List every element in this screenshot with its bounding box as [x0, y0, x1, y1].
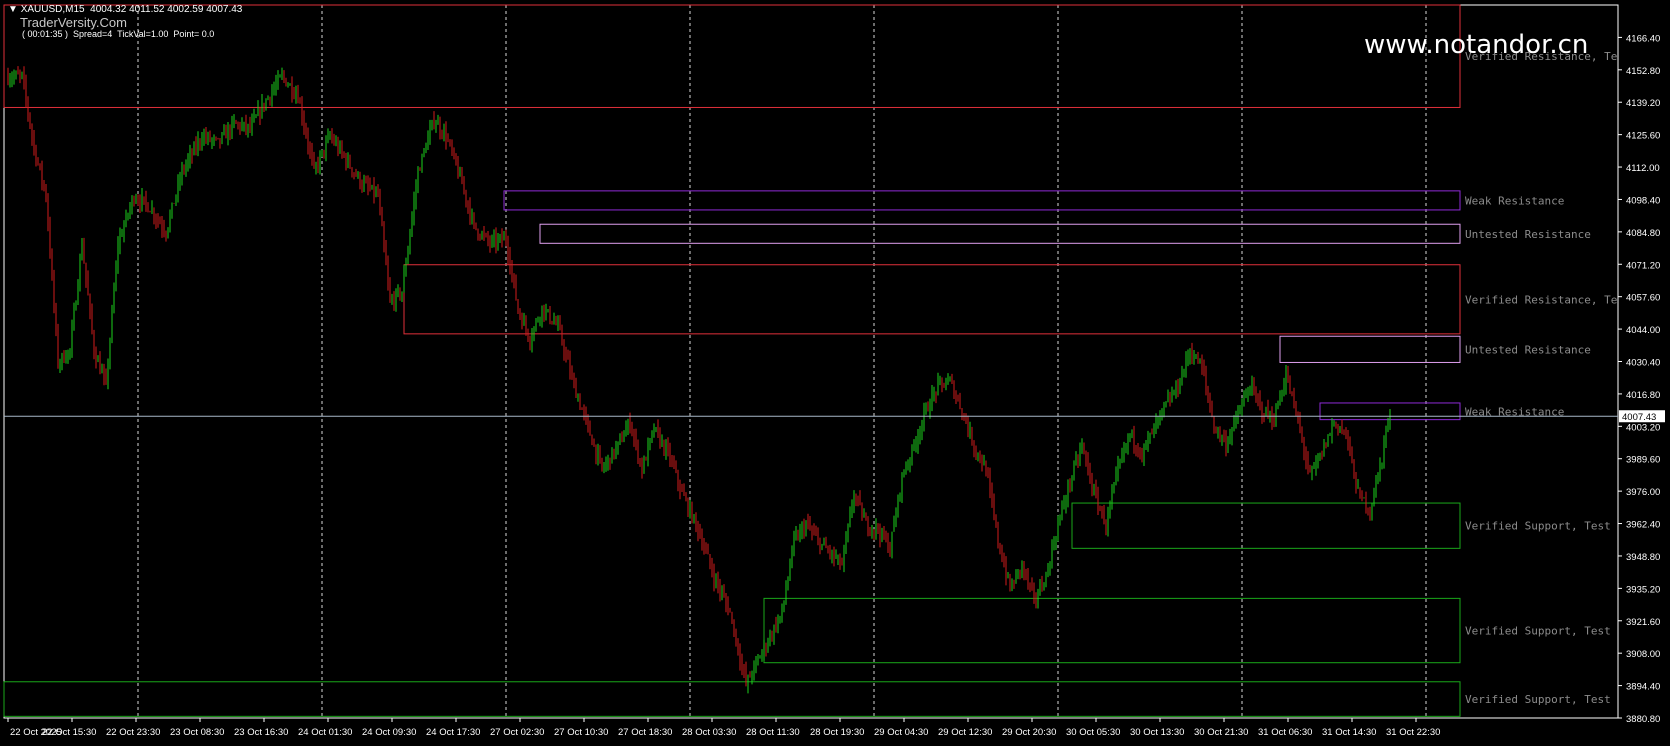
y-tick-label: 4071.20	[1626, 260, 1660, 271]
zone-label: Verified Support, Test	[1465, 625, 1611, 638]
y-tick-label: 3908.00	[1626, 649, 1660, 660]
x-tick-label: 23 Oct 08:30	[170, 727, 224, 738]
x-tick-label: 22 Oct 23:30	[106, 727, 160, 738]
x-tick-label: 31 Oct 06:30	[1258, 727, 1312, 738]
y-tick-label: 3948.80	[1626, 552, 1660, 563]
ohlc-label: 4004.32 4011.52 4002.59 4007.43	[90, 4, 243, 15]
y-tick-label: 4112.00	[1626, 163, 1660, 174]
y-tick-label: 3921.60	[1626, 617, 1660, 628]
y-tick-label: 4139.20	[1626, 98, 1660, 109]
symbol-label: XAUUSD,M15	[20, 4, 85, 15]
x-tick-label: 30 Oct 21:30	[1194, 727, 1248, 738]
y-tick-label: 4003.20	[1626, 422, 1660, 433]
y-tick-label: 4098.40	[1626, 195, 1660, 206]
y-tick-label: 3976.00	[1626, 487, 1660, 498]
zone-label: Verified Support, Test	[1465, 693, 1611, 706]
y-tick-label: 4152.80	[1626, 66, 1660, 77]
y-tick-label: 4166.40	[1626, 33, 1660, 44]
x-tick-label: 27 Oct 10:30	[554, 727, 608, 738]
y-tick-label: 4016.80	[1626, 390, 1660, 401]
price-chart[interactable]: Verified Resistance, Te Weak Resistance Un…	[0, 0, 1670, 746]
x-tick-label: 24 Oct 01:30	[298, 727, 352, 738]
x-tick-label: 30 Oct 13:30	[1130, 727, 1184, 738]
zone-label: Verified Resistance, Te	[1465, 293, 1617, 306]
x-tick-label: 29 Oct 12:30	[938, 727, 992, 738]
zone-label: Untested Resistance	[1465, 228, 1591, 241]
zone-label: Untested Resistance	[1465, 343, 1591, 356]
x-tick-label: 29 Oct 04:30	[874, 727, 928, 738]
y-tick-label: 3962.40	[1626, 520, 1660, 531]
x-tick-label: 24 Oct 09:30	[362, 727, 416, 738]
x-tick-label: 23 Oct 16:30	[234, 727, 288, 738]
y-tick-label: 4044.00	[1626, 325, 1660, 336]
x-tick-label: 27 Oct 18:30	[618, 727, 672, 738]
x-tick-label: 28 Oct 11:30	[746, 727, 800, 738]
x-tick-label: 22 Oct 15:30	[42, 727, 96, 738]
x-tick-label: 24 Oct 17:30	[426, 727, 480, 738]
x-tick-label: 27 Oct 02:30	[490, 727, 544, 738]
y-tick-label: 4125.60	[1626, 131, 1660, 142]
x-tick-label: 31 Oct 14:30	[1322, 727, 1376, 738]
zone-label: Verified Support, Test	[1465, 520, 1611, 533]
y-tick-label: 4084.80	[1626, 228, 1660, 239]
y-tick-label: 4057.60	[1626, 293, 1660, 304]
chart-background	[0, 0, 1670, 746]
y-tick-label: 4030.40	[1626, 358, 1660, 369]
zone-label: Weak Resistance	[1465, 194, 1564, 207]
brand-watermark: TraderVersity.Com	[20, 15, 127, 30]
x-tick-label: 29 Oct 20:30	[1002, 727, 1056, 738]
y-tick-label: 3935.20	[1626, 584, 1660, 595]
x-tick-label: 28 Oct 03:30	[682, 727, 736, 738]
site-watermark: www.notandor.cn	[1364, 30, 1589, 60]
y-tick-label: 3880.80	[1626, 714, 1660, 725]
y-tick-label: 3894.40	[1626, 682, 1660, 693]
x-tick-label: 31 Oct 22:30	[1386, 727, 1440, 738]
x-tick-label: 30 Oct 05:30	[1066, 727, 1120, 738]
spread-info: ( 00:01:35 ) Spread=4 TickVal=1.00 Point…	[22, 29, 215, 39]
y-tick-label: 3989.60	[1626, 455, 1660, 466]
x-tick-label: 28 Oct 19:30	[810, 727, 864, 738]
